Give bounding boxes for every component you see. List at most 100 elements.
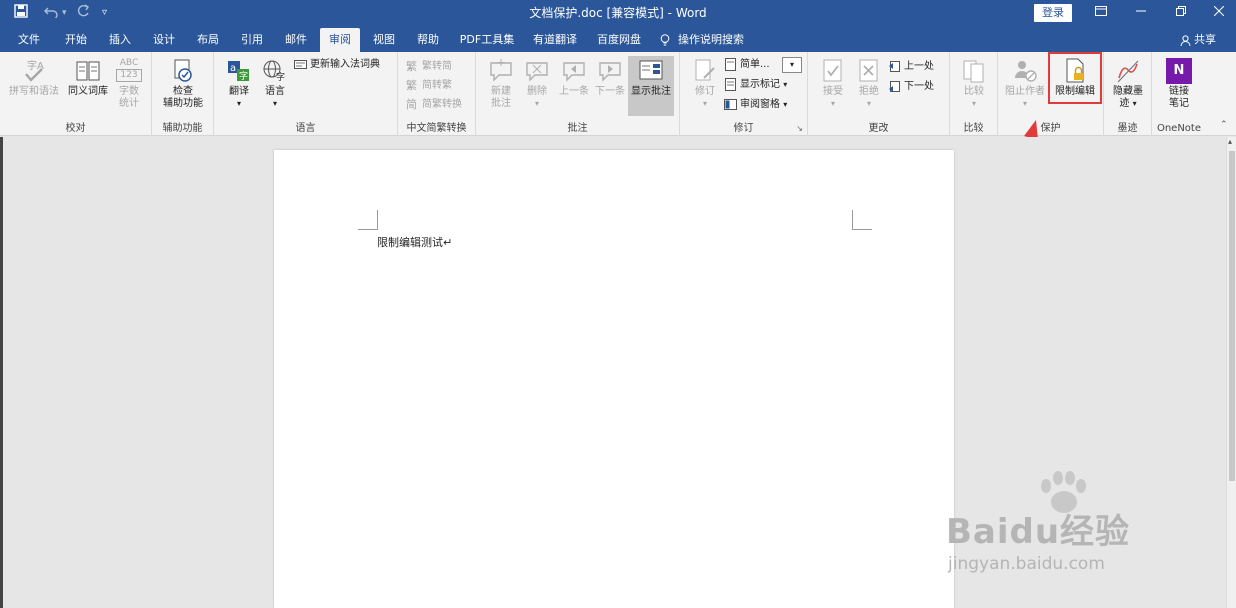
previous-change-button[interactable]: 上一处	[888, 58, 934, 76]
reject-button[interactable]: 拒绝 ▾	[852, 58, 886, 110]
tell-me-search[interactable]: 操作说明搜索	[660, 28, 744, 52]
tab-file[interactable]: 文件	[12, 28, 46, 52]
tab-mailings[interactable]: 邮件	[278, 28, 314, 52]
group-label-ink: 墨迹	[1117, 123, 1138, 134]
close-icon[interactable]	[1204, 2, 1234, 24]
reviewing-pane-button[interactable]: 审阅窗格 ▾	[724, 96, 787, 114]
scroll-up-icon[interactable]: ▴	[1228, 137, 1232, 146]
tab-design[interactable]: 设计	[146, 28, 182, 52]
language-button[interactable]: 字 语言 ▾	[258, 58, 292, 110]
traditional-to-simplified-button[interactable]: 繁繁转简	[406, 58, 452, 76]
vertical-scrollbar[interactable]: ▴	[1226, 137, 1236, 608]
person-icon	[1180, 34, 1191, 46]
show-markup-icon	[725, 77, 736, 91]
delete-comment-icon	[526, 62, 548, 82]
track-dropdown-icon: ▾	[702, 99, 707, 108]
hide-ink-dropdown-icon: ▾	[1132, 99, 1137, 108]
group-chinese-conversion: 繁繁转简 繁简转繁 简简繁转换 中文简繁转换	[398, 52, 476, 136]
show-comments-button[interactable]: 显示批注	[628, 56, 674, 116]
new-comment-button[interactable]: 新建 批注	[484, 58, 518, 110]
group-label-accessibility: 辅助功能	[162, 123, 203, 134]
linked-notes-button[interactable]: N 链接 笔记	[1160, 58, 1198, 110]
markup-display-select[interactable]: 简单... ▾	[724, 56, 802, 74]
linked-notes-label-1: 链接	[1169, 86, 1189, 97]
show-markup-dropdown-icon: ▾	[783, 80, 788, 89]
accept-button[interactable]: 接受 ▾	[816, 58, 850, 110]
tab-references[interactable]: 引用	[234, 28, 270, 52]
compare-button[interactable]: 比较 ▾	[956, 58, 992, 110]
restore-icon[interactable]	[1166, 2, 1196, 24]
ime-dictionary-icon	[294, 59, 307, 69]
tab-pdf-tools[interactable]: PDF工具集	[454, 28, 520, 52]
show-comments-icon	[639, 60, 663, 80]
simplified-to-traditional-button[interactable]: 繁简转繁	[406, 77, 452, 95]
previous-comment-button[interactable]: 上一条	[556, 58, 592, 98]
minimize-icon[interactable]	[1126, 2, 1156, 24]
margin-corner-top-right	[852, 210, 872, 230]
next-change-icon	[889, 80, 900, 92]
word-count-label-2: 统计	[119, 98, 139, 109]
reject-label: 拒绝	[859, 86, 879, 97]
tab-insert[interactable]: 插入	[102, 28, 138, 52]
block-authors-button[interactable]: 阻止作者 ▾	[1002, 58, 1048, 110]
group-label-chinese: 中文简繁转换	[406, 123, 467, 134]
previous-comment-label: 上一条	[559, 86, 589, 97]
update-ime-label: 更新输入法词典	[310, 59, 380, 70]
jian-glyph-icon: 繁	[406, 78, 417, 92]
tracking-dialog-launcher-icon[interactable]: ↘	[796, 124, 803, 133]
book-icon	[76, 61, 100, 81]
block-authors-dropdown-icon: ▾	[1022, 99, 1027, 108]
track-changes-icon	[695, 59, 715, 81]
new-comment-label-1: 新建	[491, 86, 511, 97]
tab-youdao-translate[interactable]: 有道翻译	[528, 28, 582, 52]
track-changes-button[interactable]: 修订 ▾	[688, 58, 722, 110]
show-markup-button[interactable]: 显示标记 ▾	[724, 76, 787, 94]
group-comments: 新建 批注 删除 ▾ 上一条 下一条 显示批注 批注	[476, 52, 680, 136]
tab-help[interactable]: 帮助	[410, 28, 446, 52]
accept-icon	[823, 59, 842, 82]
scrollbar-thumb[interactable]	[1229, 151, 1235, 481]
word-count-button[interactable]: ABC 123 字数 统计	[112, 58, 146, 110]
markup-dropdown-icon[interactable]: ▾	[782, 57, 802, 73]
hide-ink-button[interactable]: 隐藏墨迹 ▾	[1110, 58, 1146, 110]
next-comment-button[interactable]: 下一条	[592, 58, 628, 98]
collapse-ribbon-icon[interactable]: ⌃	[1220, 120, 1228, 130]
login-button[interactable]: 登录	[1034, 4, 1072, 22]
group-label-proofing: 校对	[65, 123, 86, 134]
previous-comment-icon	[563, 62, 585, 82]
watermark-url: jingyan.baidu.com	[948, 554, 1105, 574]
hide-ink-label-2: 迹	[1119, 98, 1130, 109]
tab-review[interactable]: 审阅	[320, 28, 360, 52]
show-comments-label: 显示批注	[631, 86, 671, 97]
tab-home[interactable]: 开始	[58, 28, 94, 52]
document-page[interactable]	[274, 150, 954, 608]
word-count-label-1: 字数	[119, 86, 139, 97]
svg-text:a: a	[230, 63, 236, 74]
translate-button[interactable]: a字 翻译 ▾	[222, 58, 256, 110]
ribbon-display-icon[interactable]	[1086, 2, 1116, 24]
abc-icon-text: ABC	[119, 58, 139, 68]
tab-layout[interactable]: 布局	[190, 28, 226, 52]
markup-doc-icon	[725, 57, 736, 71]
delete-comment-button[interactable]: 删除 ▾	[520, 58, 554, 110]
check-accessibility-button[interactable]: 检查 辅助功能	[158, 58, 208, 110]
chinese-conversion-button[interactable]: 简简繁转换	[406, 96, 462, 114]
lightbulb-icon	[660, 34, 670, 46]
group-label-compare: 比较	[963, 123, 984, 134]
tell-me-label: 操作说明搜索	[678, 33, 744, 46]
document-body-text[interactable]: 限制编辑测试↵	[377, 234, 452, 250]
compare-dropdown-icon: ▾	[971, 99, 976, 108]
next-change-button[interactable]: 下一处	[888, 78, 934, 96]
group-label-changes: 更改	[868, 123, 889, 134]
t2s-label: 繁转简	[422, 61, 452, 72]
group-changes: 接受 ▾ 拒绝 ▾ 上一处 下一处 更改	[808, 52, 950, 136]
update-ime-dictionary-button[interactable]: 更新输入法词典	[294, 56, 380, 74]
group-ink: 隐藏墨迹 ▾ 墨迹	[1104, 52, 1152, 136]
group-tracking: 修订 ▾ 简单... ▾ 显示标记 ▾ 审阅窗格 ▾ 修订 ↘	[680, 52, 808, 136]
tab-baidu-netdisk[interactable]: 百度网盘	[590, 28, 648, 52]
spelling-grammar-button[interactable]: 字A 拼写和语法	[6, 58, 62, 98]
delete-dropdown-icon: ▾	[534, 99, 539, 108]
share-button[interactable]: 共享	[1180, 28, 1216, 52]
thesaurus-button[interactable]: 同义词库	[66, 58, 110, 98]
tab-view[interactable]: 视图	[366, 28, 402, 52]
